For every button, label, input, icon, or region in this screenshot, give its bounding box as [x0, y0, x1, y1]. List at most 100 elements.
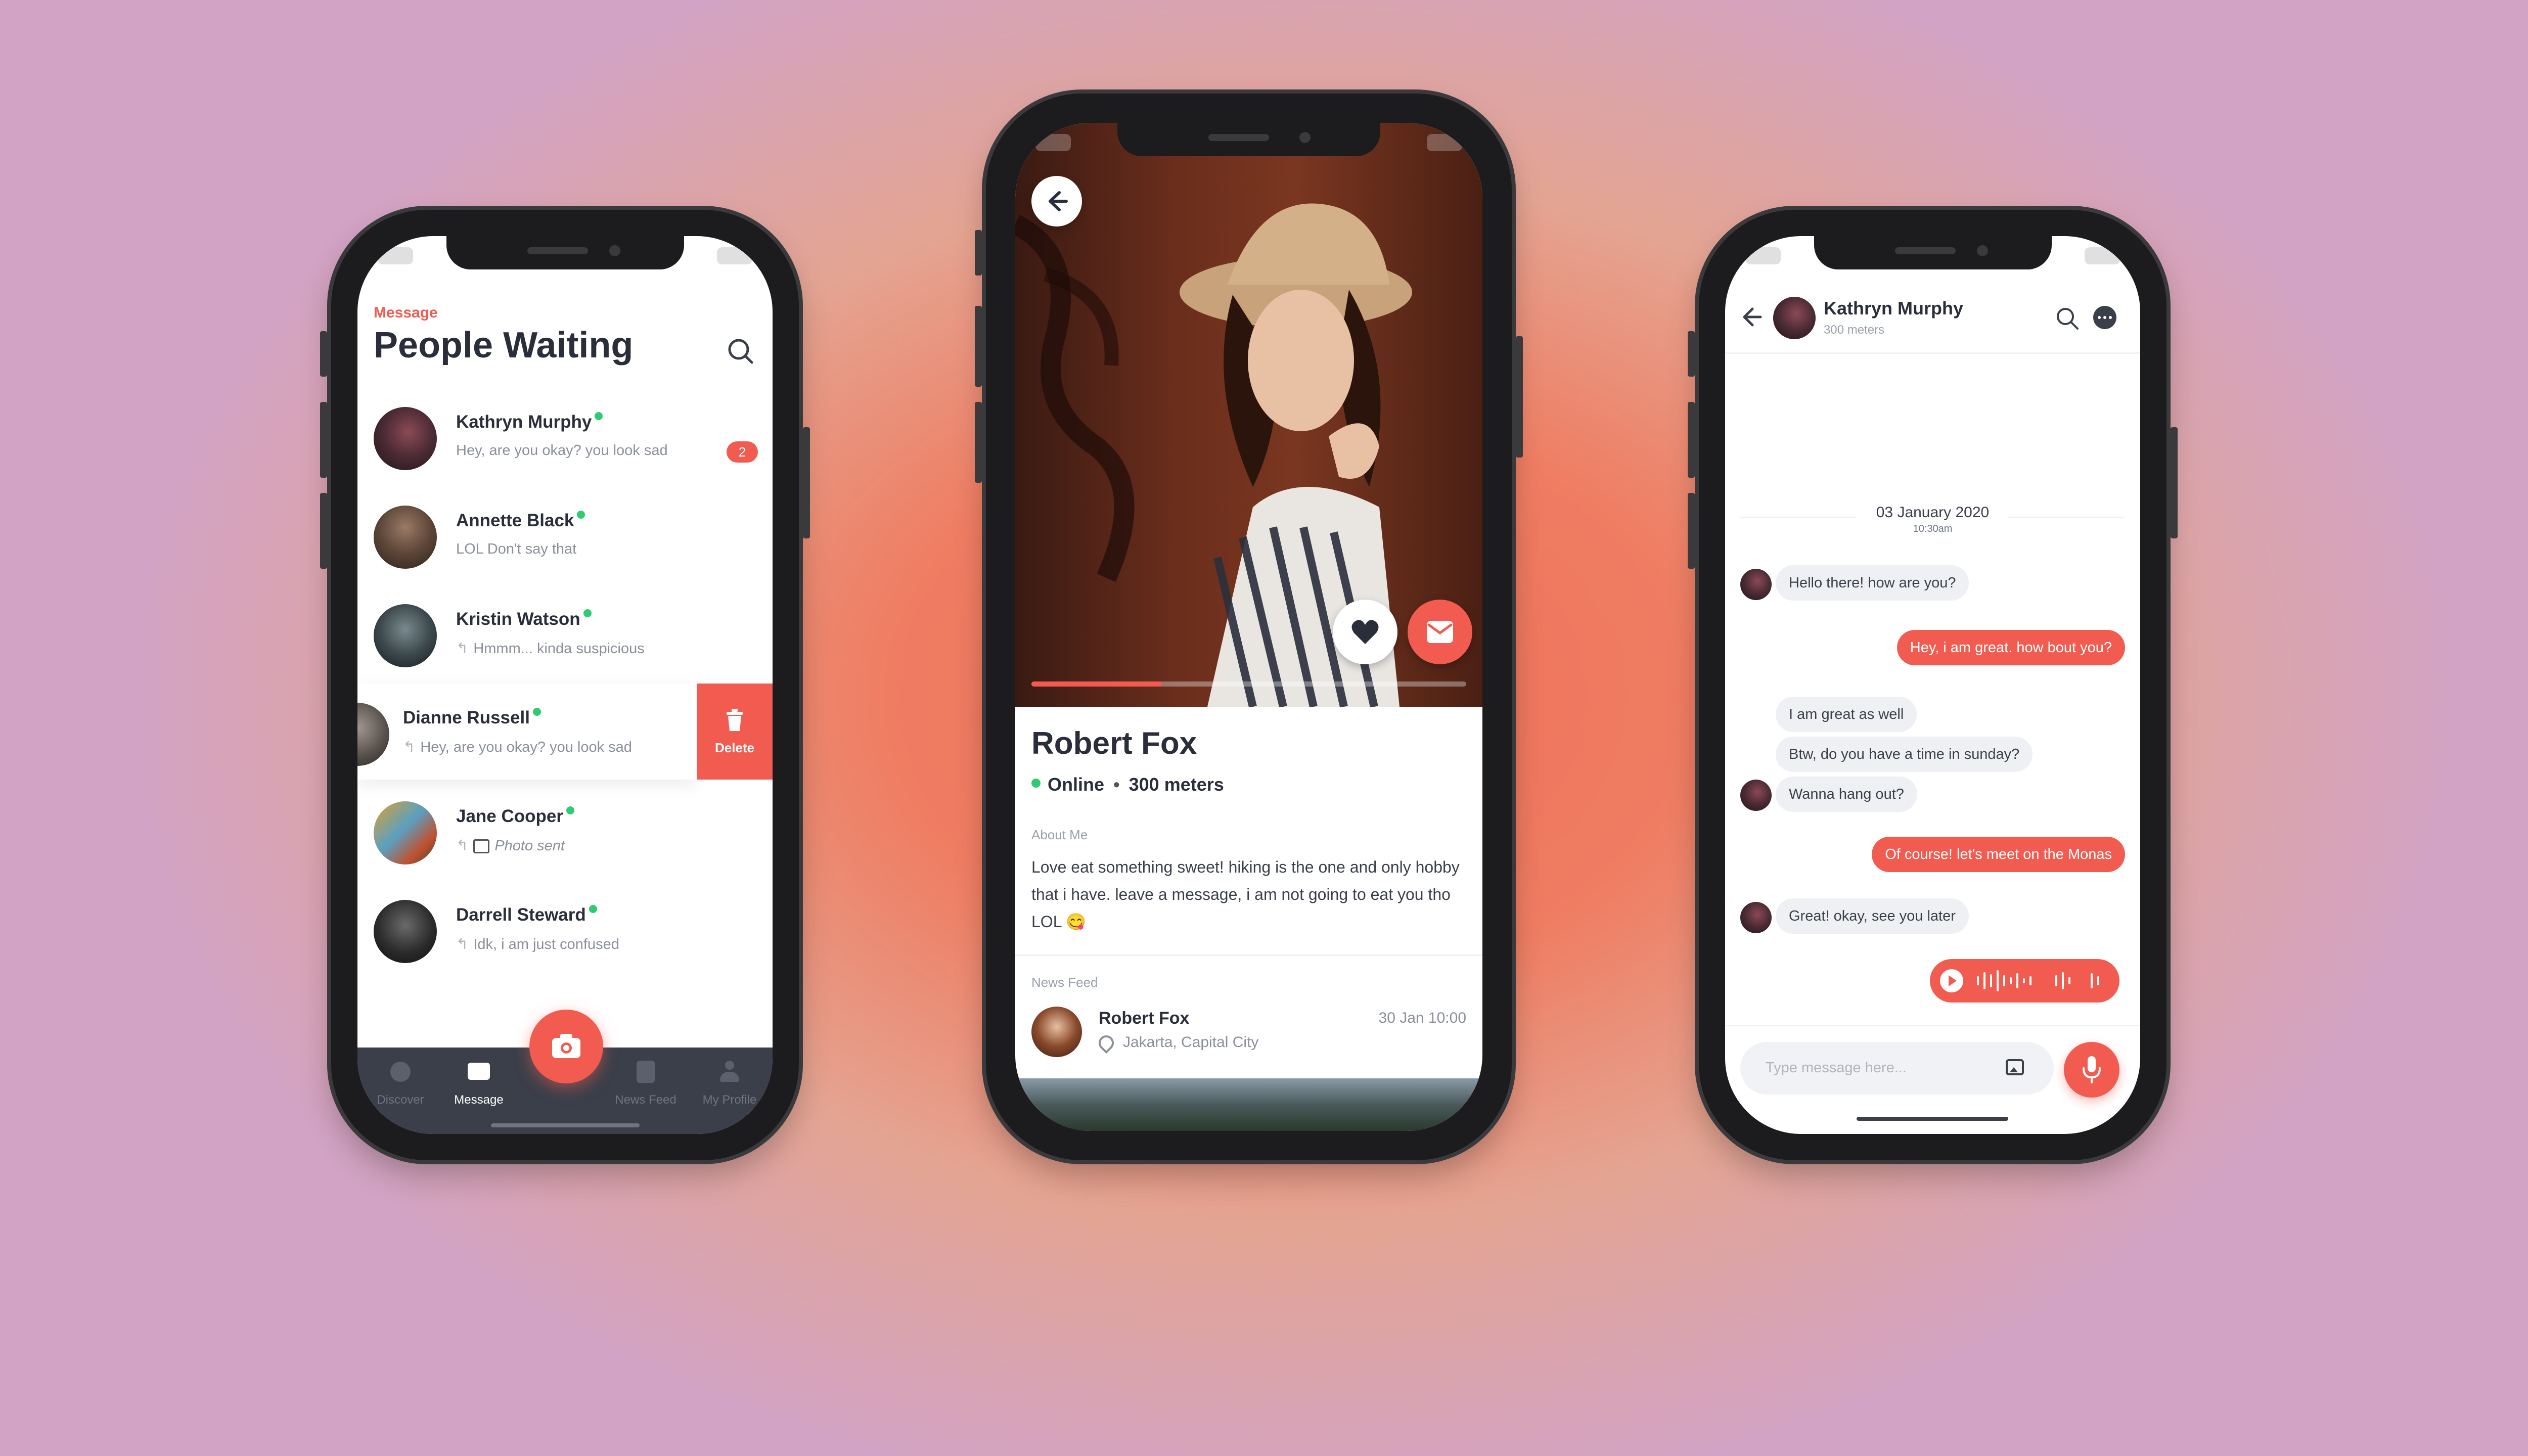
message-received: Btw, do you have a time in sunday?: [1776, 737, 2033, 772]
nav-discover[interactable]: Discover: [357, 1048, 443, 1134]
background: Message People Waiting Kathryn Murphy He…: [0, 0, 2528, 1456]
conversation-row[interactable]: Kristin Watson ↰ Hmmm... kinda suspicious: [357, 585, 773, 681]
avatar: [1740, 780, 1772, 811]
online-indicator: [532, 708, 541, 716]
message-sent: Hey, i am great. how bout you?: [1897, 630, 2125, 665]
news-item[interactable]: Robert Fox Jakarta, Capital City 30 Jan …: [1015, 1003, 1482, 1068]
message-input-placeholder: Type message here...: [1766, 1060, 1907, 1076]
news-time: 30 Jan 10:00: [1378, 1010, 1466, 1026]
nav-label: News Feed: [615, 1093, 676, 1107]
contact-name: Annette Black: [456, 511, 574, 530]
online-status: Online: [1048, 774, 1105, 795]
left-phone: Message People Waiting Kathryn Murphy He…: [320, 210, 810, 1160]
message-button[interactable]: [1408, 600, 1472, 664]
contact-name: Dianne Russell: [403, 708, 530, 727]
conversation-row[interactable]: Jane Cooper ↰ Photo sent: [357, 782, 773, 878]
online-indicator: [583, 609, 592, 617]
profile-name: Robert Fox: [1031, 726, 1197, 761]
message-received: Great! okay, see you later: [1776, 898, 1969, 934]
middle-screen: Robert Fox Online • 300 meters About Me Lo…: [1015, 123, 1482, 1131]
arrow-left-icon: [1049, 191, 1068, 211]
back-button[interactable]: [1031, 176, 1082, 226]
message-received: Wanna hang out?: [1776, 777, 1917, 812]
left-screen: Message People Waiting Kathryn Murphy He…: [357, 236, 773, 1134]
conversation-row[interactable]: Annette Black LOL Don't say that: [357, 486, 773, 582]
play-icon[interactable]: [1940, 969, 1963, 992]
reply-icon: ↰: [456, 641, 469, 657]
compass-icon: [390, 1062, 411, 1082]
message-preview: Idk, i am just confused: [473, 936, 619, 952]
distance: 300 meters: [1128, 774, 1224, 795]
envelope-icon: [1427, 621, 1453, 643]
chat-time: 10:30am: [1913, 523, 1953, 534]
message-preview: LOL Don't say that: [456, 541, 577, 557]
progress-fill: [1031, 681, 1162, 687]
arrow-left-icon[interactable]: [1740, 306, 1763, 328]
nav-message[interactable]: Message: [436, 1048, 522, 1134]
message-preview: Hmmm... kinda suspicious: [473, 641, 645, 657]
location-pin-icon: [1095, 1032, 1117, 1054]
microphone-icon: [2083, 1056, 2101, 1083]
conversation-row[interactable]: Kathryn Murphy Hey, are you okay? you lo…: [357, 388, 773, 484]
avatar: [374, 900, 437, 963]
divider: [1725, 1025, 2140, 1026]
reply-icon: ↰: [456, 936, 469, 952]
chat-header: Kathryn Murphy 300 meters: [1725, 277, 2140, 354]
online-indicator: [577, 511, 585, 519]
page-title: People Waiting: [374, 325, 634, 366]
profile-icon: [718, 1061, 741, 1083]
home-indicator: [1857, 1117, 2008, 1121]
camera-button[interactable]: [529, 1010, 603, 1083]
right-screen: Kathryn Murphy 300 meters 03 January 202…: [1725, 236, 2140, 1134]
progress-track: [1031, 681, 1466, 687]
delete-button[interactable]: Delete: [697, 684, 773, 780]
section-label: Message: [374, 304, 438, 321]
divider: [1015, 954, 1482, 956]
nav-my-profile[interactable]: My Profile: [687, 1048, 773, 1134]
reply-icon: ↰: [456, 838, 469, 854]
avatar: [357, 703, 389, 766]
conversation-row[interactable]: Darrell Steward ↰ Idk, i am just confused: [357, 881, 773, 977]
chat-date: 03 January 2020: [1876, 504, 1990, 521]
contact-name: Kathryn Murphy: [456, 412, 592, 432]
about-text: Love eat something sweet! hiking is the …: [1031, 858, 1460, 931]
delete-label: Delete: [714, 740, 755, 755]
voice-message[interactable]: [1930, 959, 2119, 1003]
right-phone: Kathryn Murphy 300 meters 03 January 202…: [1688, 210, 2178, 1160]
avatar: [1773, 297, 1816, 339]
image-icon[interactable]: [2006, 1059, 2024, 1075]
search-icon[interactable]: [726, 336, 756, 367]
news-location: Jakarta, Capital City: [1123, 1034, 1259, 1051]
unread-badge: 2: [727, 441, 758, 463]
reply-icon: ↰: [403, 739, 416, 755]
trash-icon: [727, 709, 743, 731]
message-preview: Hey, are you okay? you look sad: [456, 442, 668, 459]
online-indicator: [589, 905, 597, 913]
conversation-row-swiped[interactable]: Dianne Russell ↰ Hey, are you okay? you l…: [357, 684, 773, 780]
news-author: Robert Fox: [1099, 1009, 1190, 1028]
home-indicator: [491, 1123, 640, 1127]
heart-icon: [1351, 620, 1379, 644]
avatar: [374, 604, 437, 667]
envelope-icon: [468, 1063, 490, 1080]
online-indicator: [595, 412, 603, 420]
avatar: [1031, 1007, 1082, 1057]
contact-name: Jane Cooper: [456, 806, 563, 826]
waveform-icon: [1977, 970, 2099, 991]
separator-dot: •: [1113, 774, 1120, 795]
voice-record-button[interactable]: [2064, 1042, 2119, 1098]
contact-name: Darrell Steward: [456, 905, 586, 925]
message-received: Hello there! how are you?: [1776, 565, 1969, 601]
search-icon[interactable]: [2055, 306, 2080, 331]
online-indicator: [566, 806, 574, 814]
like-button[interactable]: [1333, 600, 1397, 664]
nav-label: My Profile: [702, 1093, 757, 1107]
nav-news-feed[interactable]: News Feed: [603, 1048, 689, 1134]
contact-name: Kathryn Murphy: [1824, 298, 1964, 318]
about-label: About Me: [1031, 827, 1088, 842]
camera-icon: [552, 1034, 580, 1058]
message-received: I am great as well: [1776, 697, 1917, 732]
message-input[interactable]: Type message here...: [1740, 1042, 2054, 1095]
more-options-icon[interactable]: [2093, 306, 2116, 329]
avatar: [1740, 569, 1772, 600]
